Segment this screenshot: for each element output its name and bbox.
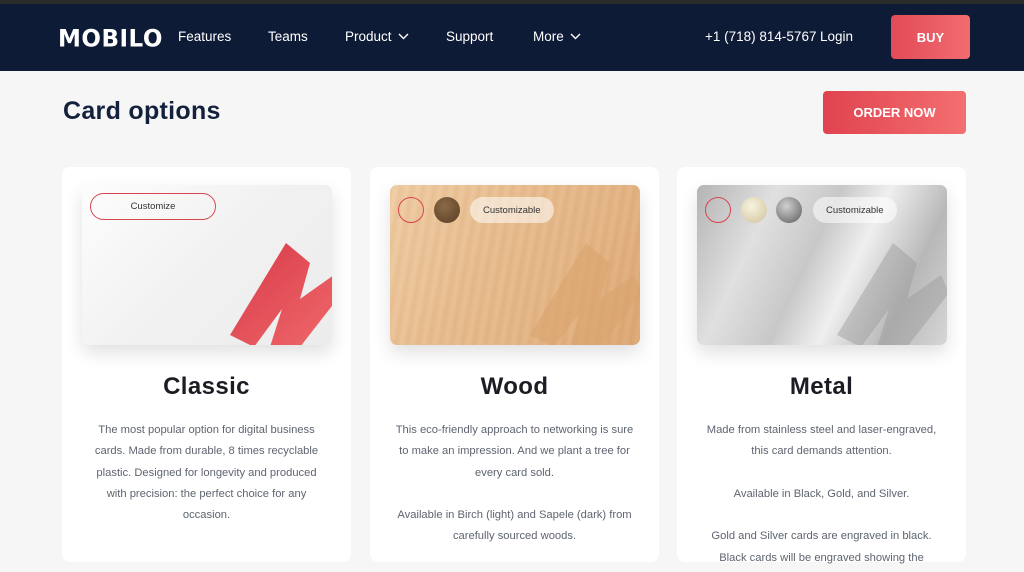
- card-description-text: Made from stainless steel and laser-engr…: [706, 424, 937, 458]
- customizable-badge: Customizable: [813, 197, 897, 223]
- buy-button[interactable]: BUY: [891, 15, 970, 59]
- order-now-button[interactable]: ORDER NOW: [823, 91, 966, 134]
- card-description: This eco-friendly approach to networking…: [394, 420, 635, 548]
- logo[interactable]: MOBILO: [58, 25, 163, 52]
- page-title: Card options: [63, 97, 221, 125]
- nav-item-label: Product: [345, 29, 392, 44]
- nav-item-product[interactable]: Product: [345, 29, 409, 44]
- login-link[interactable]: Login: [820, 29, 853, 44]
- phone-link[interactable]: +1 (718) 814-5767: [705, 29, 816, 44]
- card-title: Metal: [789, 373, 854, 400]
- customize-button[interactable]: Customize: [90, 193, 216, 220]
- card-description-text: This eco-friendly approach to networking…: [395, 424, 634, 479]
- card-metal: Customizable Metal Made from stainless s…: [677, 167, 966, 564]
- card-description-text: The most popular option for digital busi…: [94, 424, 319, 522]
- chevron-down-icon: [570, 33, 581, 40]
- card-classic: Customize Classic The most popular optio…: [62, 167, 351, 562]
- chevron-down-icon: [398, 33, 409, 40]
- nav-item-label: Support: [446, 29, 494, 44]
- mobilo-m-logo-icon: [230, 243, 332, 345]
- mobilo-m-logo-icon: [837, 243, 947, 345]
- card-description-text: Available in Black, Gold, and Silver.: [733, 487, 910, 500]
- card-description: The most popular option for digital busi…: [86, 420, 327, 526]
- nav-item-support[interactable]: Support: [446, 29, 493, 44]
- card-image-classic: Customize: [82, 185, 332, 345]
- card-wood: Customizable Wood This eco-friendly appr…: [370, 167, 659, 562]
- nav-item-label: Features: [178, 29, 232, 44]
- swatch-silver[interactable]: [776, 197, 802, 223]
- swatch-sapele[interactable]: [434, 197, 460, 223]
- swatch-birch[interactable]: [398, 197, 424, 223]
- nav-item-more[interactable]: More: [533, 29, 581, 44]
- nav-item-teams[interactable]: Teams: [268, 29, 308, 44]
- card-description-text: Available in Birch (light) and Sapele (d…: [397, 509, 632, 543]
- navbar: MOBILO Features Teams Product Support Mo…: [0, 4, 1024, 71]
- card-image-wood: Customizable: [390, 185, 640, 345]
- swatch-gold[interactable]: [741, 197, 767, 223]
- nav-item-features[interactable]: Features: [178, 29, 231, 44]
- card-description-text: Gold and Silver cards are engraved in bl…: [711, 530, 932, 564]
- card-description: Made from stainless steel and laser-engr…: [701, 420, 942, 569]
- card-title: Wood: [480, 373, 549, 400]
- swatch-black[interactable]: [705, 197, 731, 223]
- mobilo-m-logo-icon: [530, 243, 640, 345]
- nav-item-label: Teams: [268, 29, 308, 44]
- customizable-badge: Customizable: [470, 197, 554, 223]
- card-title: Classic: [163, 373, 250, 400]
- card-image-metal: Customizable: [697, 185, 947, 345]
- nav-item-label: More: [533, 29, 564, 44]
